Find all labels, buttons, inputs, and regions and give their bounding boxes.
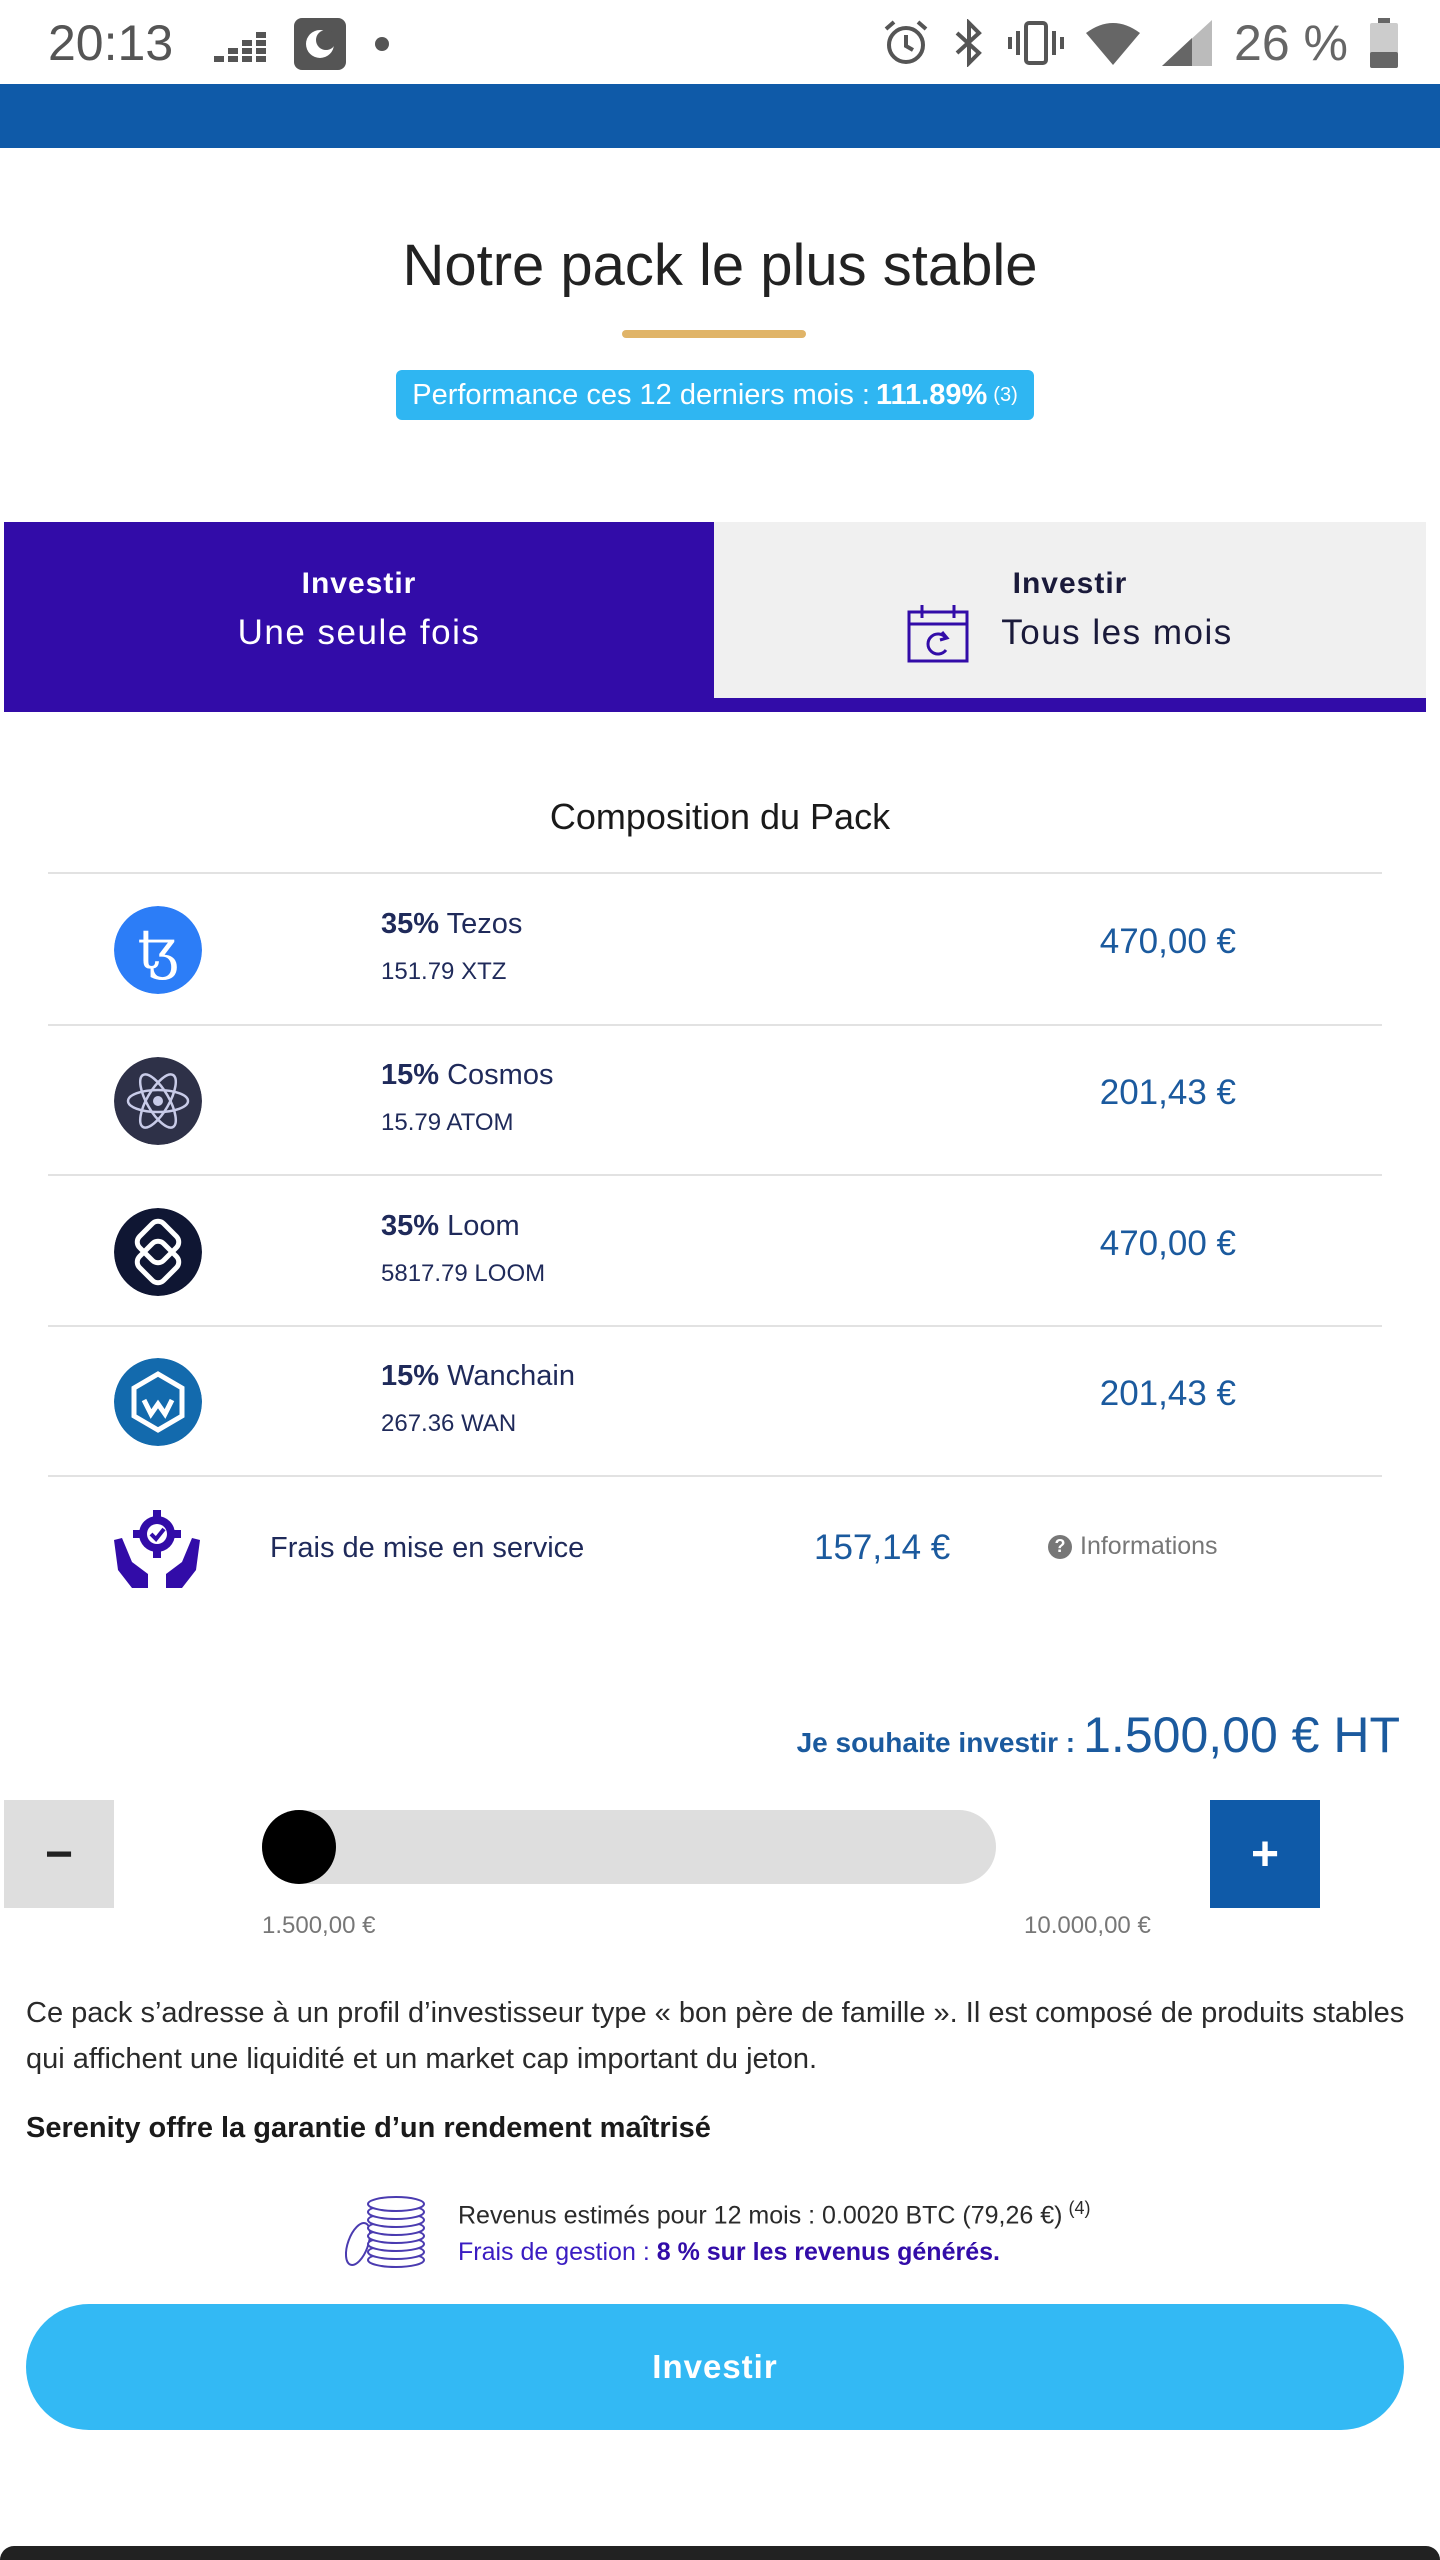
amount-slider[interactable]: [262, 1810, 996, 1884]
deezer-icon: [214, 32, 266, 62]
wanchain-icon: [114, 1358, 202, 1446]
performance-label: Performance ces 12 derniers mois :: [412, 378, 870, 411]
tab-once-small-label: Investir: [301, 567, 417, 600]
fees-label: Frais de mise en service: [270, 1532, 585, 1564]
alarm-icon: [884, 20, 928, 64]
vibrate-icon: [1008, 21, 1065, 65]
asset-value: 470,00 €: [1099, 922, 1236, 961]
battery-percent: 26 %: [1234, 15, 1348, 71]
composition-title: Composition du Pack: [549, 796, 891, 837]
status-right-icons: 26 %: [882, 14, 1398, 72]
invest-amount-value: 1.500,00 € HT: [1083, 1707, 1400, 1763]
asset-row-wanchain: 15% Wanchain 267.36 WAN 201,43 €: [48, 1326, 1382, 1476]
loom-icon: [114, 1208, 202, 1296]
tab-once-big-label: Une seule fois: [237, 613, 481, 652]
performance-badge: Performance ces 12 derniers mois : 111.8…: [396, 370, 1034, 420]
performance-note: (3): [993, 383, 1018, 406]
tab-monthly-small-label: Investir: [1012, 567, 1128, 600]
asset-value: 470,00 €: [1099, 1224, 1236, 1263]
status-bar: 20:13 26 %: [0, 0, 1440, 84]
increase-button[interactable]: +: [1210, 1800, 1320, 1908]
slider-max-label: 10.000,00 €: [1024, 1912, 1151, 1939]
wifi-icon: [1086, 23, 1141, 65]
tab-invest-monthly[interactable]: Investir Tous les mois: [714, 522, 1426, 698]
invest-amount-label: Je souhaite investir :: [796, 1727, 1076, 1758]
asset-amount: 267.36 WAN: [381, 1410, 517, 1437]
asset-name: 35% Loom: [381, 1210, 520, 1242]
status-time: 20:13: [48, 15, 174, 71]
slider-thumb[interactable]: [262, 1810, 336, 1884]
battery-icon: [1370, 18, 1398, 68]
fees-value: 157,14 €: [814, 1528, 951, 1567]
revenue-estimate: Revenus estimés pour 12 mois : 0.0020 BT…: [458, 2198, 1091, 2230]
dot-icon: [375, 37, 389, 51]
asset-amount: 15.79 ATOM: [381, 1109, 514, 1136]
tabs-indicator-line: [4, 698, 1426, 712]
calendar-repeat-icon: [907, 605, 969, 663]
asset-row-cosmos: 15% Cosmos 15.79 ATOM 201,43 €: [48, 1025, 1382, 1175]
asset-value: 201,43 €: [1099, 1374, 1236, 1413]
svg-text:ꜩ: ꜩ: [138, 918, 179, 981]
fees-info-label: Informations: [1080, 1532, 1218, 1560]
status-left-icons: [214, 18, 390, 70]
service-hands-gear-icon: [114, 1510, 200, 1588]
question-icon: ?: [1048, 1534, 1072, 1559]
app-icon: [294, 18, 346, 70]
guarantee-text: Serenity offre la garantie d’un rendemen…: [26, 2112, 711, 2144]
asset-name: 35% Tezos: [381, 908, 523, 940]
revenue-info: Revenus estimés pour 12 mois : 0.0020 BT…: [334, 2196, 1134, 2276]
header-bar: [0, 84, 1440, 148]
title-underline: [622, 330, 806, 338]
pack-description: Ce pack s’adresse à un profil d’investis…: [26, 1997, 1405, 2075]
cosmos-icon: [114, 1057, 202, 1145]
asset-name: 15% Cosmos: [381, 1059, 554, 1091]
asset-row-loom: 35% Loom 5817.79 LOOM 470,00 €: [48, 1176, 1382, 1326]
decrease-button[interactable]: −: [4, 1800, 114, 1908]
slider-min-label: 1.500,00 €: [262, 1912, 376, 1939]
fees-info-link[interactable]: ? Informations: [1048, 1532, 1218, 1561]
asset-row-tezos: ꜩ 35% Tezos 151.79 XTZ 470,00 €: [48, 874, 1382, 1024]
bottom-edge: [0, 2546, 1440, 2560]
fees-row: Frais de mise en service 157,14 € ? Info…: [48, 1476, 1382, 1622]
asset-amount: 151.79 XTZ: [381, 958, 507, 985]
invest-button[interactable]: Investir: [26, 2304, 1404, 2430]
bluetooth-icon: [955, 19, 982, 67]
asset-value: 201,43 €: [1099, 1073, 1236, 1112]
page-title: Notre pack le plus stable: [402, 233, 1038, 298]
tezos-icon: ꜩ: [114, 906, 202, 994]
performance-value: 111.89%: [876, 378, 988, 411]
invest-mode-tabs: Investir Une seule fois Investir Tous le…: [4, 522, 1426, 712]
invest-amount: Je souhaite investir : 1.500,00 € HT: [797, 1706, 1400, 1764]
tab-monthly-big-label: Tous les mois: [1001, 613, 1233, 652]
asset-name: 15% Wanchain: [381, 1360, 575, 1392]
signal-icon: [1162, 20, 1213, 66]
tab-invest-once[interactable]: Investir Une seule fois: [4, 522, 714, 698]
management-fees: Frais de gestion : 8 % sur les revenus g…: [458, 2238, 1000, 2266]
coins-stack-icon: [344, 2196, 425, 2268]
asset-amount: 5817.79 LOOM: [381, 1260, 546, 1287]
